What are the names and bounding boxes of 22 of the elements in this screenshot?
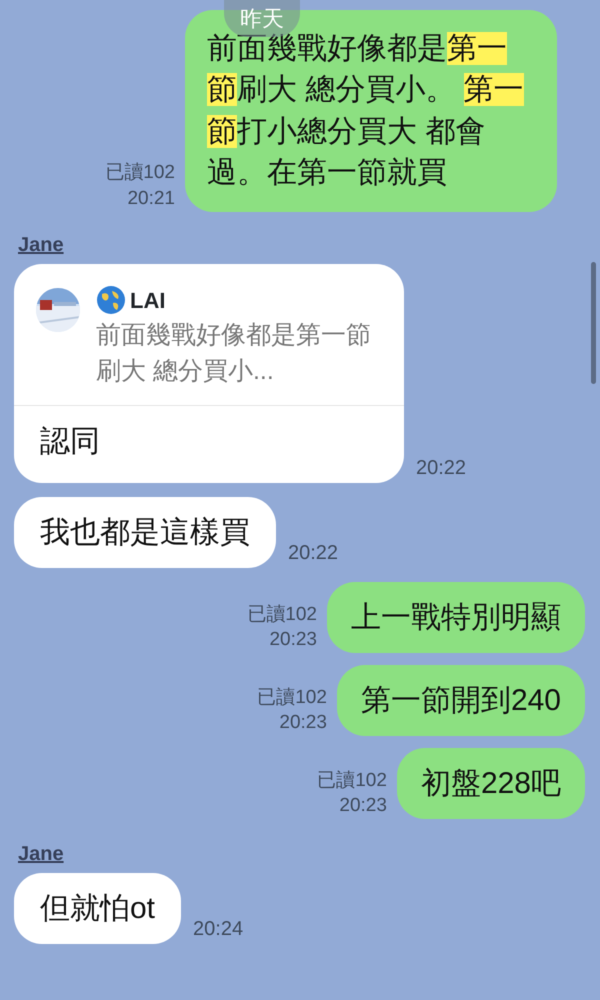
message-time: 20:21	[126, 186, 175, 211]
sender-name: Jane	[18, 842, 65, 868]
message-bubble: 我也都是這樣買	[14, 497, 276, 568]
read-count: 已讀102	[257, 686, 327, 710]
message-time: 20:23	[338, 794, 387, 818]
read-count: 已讀102	[247, 602, 317, 627]
message-bubble: 但就怕ot	[14, 873, 182, 944]
quoted-message: 前面幾戰好像都是第一節刷大 總分買小...	[96, 320, 372, 387]
quote-author: LAI	[130, 286, 166, 315]
message-bubble: 初盤228吧	[396, 748, 585, 820]
globe-icon	[96, 285, 126, 316]
message-time: 20:23	[268, 628, 317, 652]
message-bubble: 上一戰特別明顯	[327, 582, 585, 654]
message-time: 20:23	[278, 711, 327, 736]
sender-name: Jane	[18, 232, 65, 258]
message-time: 20:24	[193, 917, 244, 942]
read-count: 已讀102	[105, 161, 175, 186]
message-time: 20:22	[416, 456, 466, 482]
read-count: 已讀102	[317, 768, 387, 793]
message-bubble: 第一節開到240	[336, 665, 585, 736]
message-time: 20:22	[288, 541, 338, 566]
message-text: 認同	[39, 424, 101, 460]
